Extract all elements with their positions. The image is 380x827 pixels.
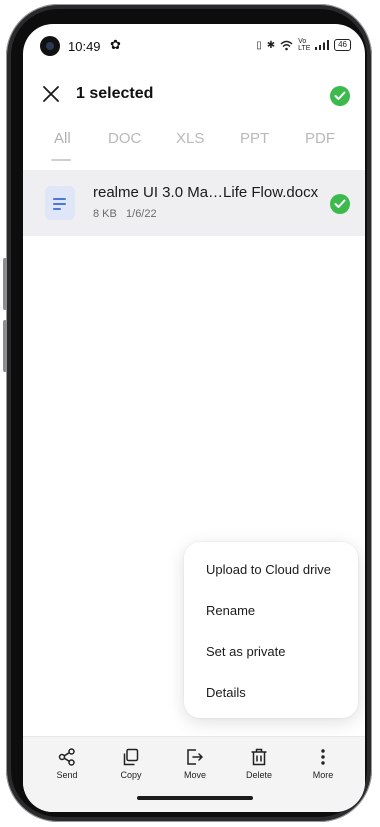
tab-all[interactable]: All bbox=[54, 130, 71, 147]
list-item[interactable]: realme UI 3.0 Ma…Life Flow.docx 8 KB 1/6… bbox=[23, 170, 365, 236]
file-meta: 8 KB 1/6/22 bbox=[93, 208, 157, 220]
menu-item-details[interactable]: Details bbox=[206, 685, 246, 700]
front-camera bbox=[40, 36, 60, 56]
page-title: 1 selected bbox=[76, 85, 154, 102]
menu-item-rename[interactable]: Rename bbox=[206, 603, 255, 618]
more-label: More bbox=[312, 770, 334, 780]
move-label: Move bbox=[183, 770, 206, 780]
tab-xls[interactable]: XLS bbox=[176, 130, 204, 147]
document-icon bbox=[45, 186, 75, 220]
screen: 10:49 ✿ ▯ ✱ Vo LTE 46 1 selected All DOC… bbox=[23, 24, 365, 812]
selected-check-icon[interactable] bbox=[330, 194, 350, 214]
menu-item-upload-cloud[interactable]: Upload to Cloud drive bbox=[206, 562, 331, 577]
share-icon bbox=[58, 748, 75, 766]
menu-item-set-private[interactable]: Set as private bbox=[206, 644, 286, 659]
bottom-action-bar: Send Copy Move Delete More bbox=[23, 736, 365, 812]
tab-pdf[interactable]: PDF bbox=[305, 130, 335, 147]
delete-label: Delete bbox=[245, 770, 272, 780]
more-button[interactable]: More bbox=[298, 747, 348, 780]
tab-doc[interactable]: DOC bbox=[108, 130, 141, 147]
signal-icon bbox=[315, 40, 330, 50]
trash-icon bbox=[251, 748, 267, 766]
status-icons: ▯ ✱ Vo LTE 46 bbox=[256, 38, 351, 52]
delete-button[interactable]: Delete bbox=[234, 747, 284, 780]
gear-icon: ✿ bbox=[110, 37, 121, 52]
status-bar: 10:49 ✿ ▯ ✱ Vo LTE 46 bbox=[23, 24, 365, 72]
close-icon[interactable] bbox=[41, 81, 61, 107]
copy-label: Copy bbox=[120, 770, 142, 780]
more-vertical-icon bbox=[321, 749, 325, 765]
select-all-check-icon[interactable] bbox=[330, 86, 350, 106]
move-icon bbox=[187, 749, 203, 765]
send-button[interactable]: Send bbox=[42, 747, 92, 780]
file-type-tabs: All DOC XLS PPT PDF bbox=[51, 130, 351, 160]
file-name: realme UI 3.0 Ma…Life Flow.docx bbox=[93, 184, 319, 201]
move-button[interactable]: Move bbox=[170, 747, 220, 780]
bluetooth-icon: ✱ bbox=[266, 39, 276, 51]
more-menu: Upload to Cloud drive Rename Set as priv… bbox=[184, 542, 358, 718]
copy-button[interactable]: Copy bbox=[106, 747, 156, 780]
send-label: Send bbox=[56, 770, 78, 780]
status-time: 10:49 bbox=[68, 39, 101, 54]
tab-ppt[interactable]: PPT bbox=[240, 130, 269, 147]
volume-button bbox=[3, 258, 7, 310]
vibrate-icon: ▯ bbox=[256, 39, 262, 51]
wifi-icon bbox=[280, 40, 293, 50]
active-tab-indicator bbox=[51, 159, 71, 161]
battery-indicator: 46 bbox=[334, 39, 351, 51]
network-label: Vo LTE bbox=[298, 38, 311, 52]
copy-icon bbox=[123, 748, 139, 766]
home-indicator[interactable] bbox=[137, 796, 253, 800]
power-button bbox=[3, 320, 7, 372]
